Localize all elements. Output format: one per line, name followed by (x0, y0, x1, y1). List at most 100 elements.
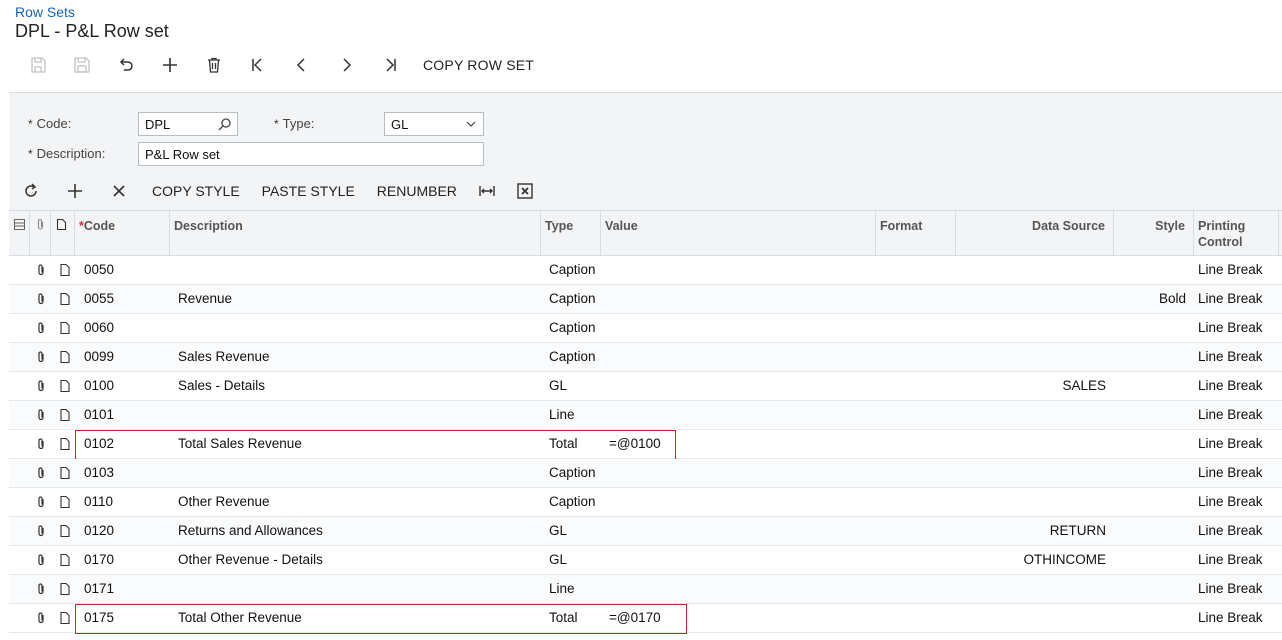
value-cell[interactable] (605, 314, 876, 342)
description-cell[interactable]: Revenue (174, 285, 541, 313)
paperclip-icon[interactable] (34, 495, 48, 509)
table-row[interactable]: 0102 Total Sales Revenue Total =@0100 Line B… (9, 430, 1282, 460)
description-cell[interactable]: Sales Revenue (174, 343, 541, 371)
type-cell[interactable]: Line (545, 401, 601, 429)
paperclip-icon[interactable] (34, 408, 48, 422)
paperclip-icon[interactable] (34, 263, 48, 277)
code-cell[interactable]: 0101 (80, 401, 170, 429)
note-icon[interactable] (58, 350, 72, 364)
type-cell[interactable]: Caption (545, 256, 601, 284)
value-cell[interactable] (605, 459, 876, 487)
paperclip-icon[interactable] (34, 350, 48, 364)
value-cell[interactable] (605, 546, 876, 574)
data-source-cell[interactable] (956, 430, 1114, 458)
add-row-button[interactable] (53, 176, 97, 206)
description-cell[interactable]: Total Other Revenue (174, 604, 541, 632)
printing-control-cell[interactable]: Line Break (1194, 256, 1279, 284)
header-format[interactable]: Format (876, 211, 956, 256)
value-cell[interactable] (605, 575, 876, 603)
description-cell[interactable]: Returns and Allowances (174, 517, 541, 545)
description-cell[interactable] (174, 575, 541, 603)
value-cell[interactable]: =@0170 (605, 604, 876, 632)
description-field[interactable]: P&L Row set (138, 142, 484, 166)
search-icon[interactable] (218, 117, 232, 131)
description-cell[interactable]: Total Sales Revenue (174, 430, 541, 458)
style-cell[interactable] (1114, 488, 1194, 516)
undo-button[interactable] (104, 50, 148, 80)
header-printing-control[interactable]: Printing Control (1194, 211, 1279, 256)
table-row[interactable]: 0055 Revenue Caption Bold Line Break (9, 285, 1282, 314)
delete-button[interactable] (192, 50, 236, 80)
data-source-cell[interactable] (956, 459, 1114, 487)
data-source-cell[interactable] (956, 343, 1114, 371)
header-code[interactable]: *Code (75, 211, 170, 256)
header-files-cell[interactable] (9, 211, 30, 256)
paperclip-icon[interactable] (34, 611, 48, 625)
breadcrumb[interactable]: Row Sets (15, 4, 75, 20)
style-cell[interactable] (1114, 575, 1194, 603)
note-icon[interactable] (58, 379, 72, 393)
type-select[interactable]: GL (384, 112, 484, 136)
description-cell[interactable] (174, 459, 541, 487)
code-cell[interactable]: 0120 (80, 517, 170, 545)
note-icon[interactable] (58, 292, 72, 306)
printing-control-cell[interactable]: Line Break (1194, 314, 1279, 342)
style-cell[interactable] (1114, 372, 1194, 400)
next-record-button[interactable] (324, 50, 368, 80)
paperclip-icon[interactable] (34, 437, 48, 451)
paste-style-button[interactable]: PASTE STYLE (262, 183, 355, 199)
style-cell[interactable] (1114, 517, 1194, 545)
delete-row-button[interactable] (97, 176, 141, 206)
note-icon[interactable] (58, 466, 72, 480)
data-source-cell[interactable]: OTHINCOME (956, 546, 1114, 574)
printing-control-cell[interactable]: Line Break (1194, 517, 1279, 545)
paperclip-icon[interactable] (34, 292, 48, 306)
type-cell[interactable]: GL (545, 372, 601, 400)
printing-control-cell[interactable]: Line Break (1194, 459, 1279, 487)
save-close-button[interactable] (16, 50, 60, 80)
style-cell[interactable] (1114, 401, 1194, 429)
paperclip-icon[interactable] (34, 524, 48, 538)
paperclip-icon[interactable] (34, 379, 48, 393)
table-row[interactable]: 0175 Total Other Revenue Total =@0170 Line B… (9, 604, 1282, 634)
note-icon[interactable] (58, 437, 72, 451)
table-row[interactable]: 0100 Sales - Details GL SALES Line Break (9, 372, 1282, 401)
paperclip-icon[interactable] (34, 582, 48, 596)
printing-control-cell[interactable]: Line Break (1194, 372, 1279, 400)
value-cell[interactable] (605, 401, 876, 429)
value-cell[interactable] (605, 372, 876, 400)
type-cell[interactable]: Caption (545, 314, 601, 342)
code-cell[interactable]: 0110 (80, 488, 170, 516)
value-cell[interactable] (605, 488, 876, 516)
code-field[interactable]: DPL (138, 112, 238, 136)
note-icon[interactable] (58, 611, 72, 625)
type-cell[interactable]: Caption (545, 459, 601, 487)
data-source-cell[interactable] (956, 401, 1114, 429)
header-value[interactable]: Value (601, 211, 876, 256)
style-cell[interactable] (1114, 546, 1194, 574)
header-description[interactable]: Description (170, 211, 541, 256)
style-cell[interactable] (1114, 459, 1194, 487)
data-source-cell[interactable] (956, 314, 1114, 342)
table-row[interactable]: 0050 Caption Line Break (9, 256, 1282, 285)
style-cell[interactable] (1114, 604, 1194, 632)
type-cell[interactable]: Caption (545, 343, 601, 371)
paperclip-icon[interactable] (34, 553, 48, 567)
code-cell[interactable]: 0050 (80, 256, 170, 284)
note-icon[interactable] (58, 495, 72, 509)
table-row[interactable]: 0103 Caption Line Break (9, 459, 1282, 488)
header-style[interactable]: Style (1114, 211, 1194, 256)
printing-control-cell[interactable]: Line Break (1194, 604, 1279, 632)
note-icon[interactable] (58, 263, 72, 277)
type-cell[interactable]: Total (545, 604, 601, 632)
save-button[interactable] (60, 50, 104, 80)
value-cell[interactable] (605, 517, 876, 545)
description-cell[interactable] (174, 401, 541, 429)
type-cell[interactable]: GL (545, 546, 601, 574)
renumber-button[interactable]: RENUMBER (377, 183, 457, 199)
printing-control-cell[interactable]: Line Break (1194, 488, 1279, 516)
style-cell[interactable] (1114, 256, 1194, 284)
table-row[interactable]: 0101 Line Line Break (9, 401, 1282, 430)
add-button[interactable] (148, 50, 192, 80)
description-cell[interactable] (174, 314, 541, 342)
